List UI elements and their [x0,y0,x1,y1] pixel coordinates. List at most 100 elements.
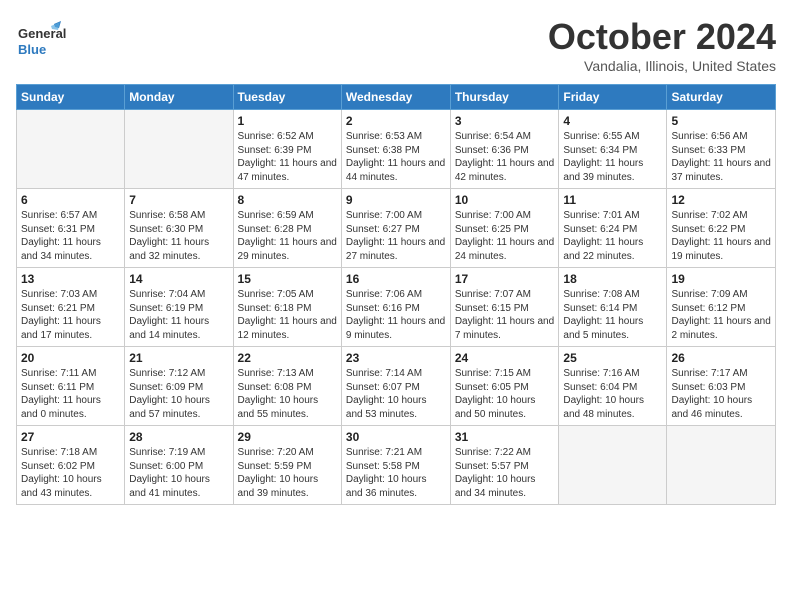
day-number: 14 [129,272,228,286]
daylight: Daylight: 10 hours and 43 minutes. [21,473,120,500]
day-info: Sunrise: 7:02 AMSunset: 6:22 PMDaylight:… [671,209,771,263]
sunrise: Sunrise: 7:13 AM [238,367,337,381]
daylight: Daylight: 11 hours and 42 minutes. [455,157,555,184]
sunrise: Sunrise: 7:20 AM [238,446,337,460]
day-number: 24 [455,351,555,365]
calendar-cell [667,426,776,505]
day-number: 27 [21,430,120,444]
day-info: Sunrise: 7:14 AMSunset: 6:07 PMDaylight:… [346,367,446,421]
day-number: 30 [346,430,446,444]
day-number: 16 [346,272,446,286]
day-header-thursday: Thursday [450,85,559,110]
daylight: Daylight: 11 hours and 14 minutes. [129,315,228,342]
sunrise: Sunrise: 7:15 AM [455,367,555,381]
day-info: Sunrise: 7:00 AMSunset: 6:27 PMDaylight:… [346,209,446,263]
day-header-sunday: Sunday [17,85,125,110]
day-info: Sunrise: 7:07 AMSunset: 6:15 PMDaylight:… [455,288,555,342]
sunset: Sunset: 6:16 PM [346,302,446,316]
sunset: Sunset: 6:08 PM [238,381,337,395]
day-number: 3 [455,114,555,128]
sunset: Sunset: 6:38 PM [346,144,446,158]
daylight: Daylight: 11 hours and 0 minutes. [21,394,120,421]
sunset: Sunset: 6:28 PM [238,223,337,237]
calendar-cell: 17Sunrise: 7:07 AMSunset: 6:15 PMDayligh… [450,268,559,347]
daylight: Daylight: 11 hours and 47 minutes. [238,157,337,184]
page-header: General Blue October 2024 Vandalia, Illi… [16,16,776,74]
sunset: Sunset: 6:05 PM [455,381,555,395]
day-info: Sunrise: 6:56 AMSunset: 6:33 PMDaylight:… [671,130,771,184]
day-number: 23 [346,351,446,365]
daylight: Daylight: 11 hours and 7 minutes. [455,315,555,342]
sunrise: Sunrise: 6:52 AM [238,130,337,144]
day-number: 11 [563,193,662,207]
day-number: 13 [21,272,120,286]
svg-text:Blue: Blue [18,42,46,57]
calendar-cell: 26Sunrise: 7:17 AMSunset: 6:03 PMDayligh… [667,347,776,426]
sunset: Sunset: 5:58 PM [346,460,446,474]
daylight: Daylight: 10 hours and 57 minutes. [129,394,228,421]
calendar-cell: 4 Sunrise: 6:55 AMSunset: 6:34 PMDaylight… [559,110,667,189]
calendar-cell: 31Sunrise: 7:22 AMSunset: 5:57 PMDayligh… [450,426,559,505]
day-info: Sunrise: 6:54 AMSunset: 6:36 PMDaylight:… [455,130,555,184]
day-number: 9 [346,193,446,207]
day-number: 5 [671,114,771,128]
sunrise: Sunrise: 7:08 AM [563,288,662,302]
day-number: 18 [563,272,662,286]
sunrise: Sunrise: 6:58 AM [129,209,228,223]
sunset: Sunset: 6:21 PM [21,302,120,316]
sunrise: Sunrise: 7:09 AM [671,288,771,302]
day-number: 12 [671,193,771,207]
day-info: Sunrise: 7:16 AMSunset: 6:04 PMDaylight:… [563,367,662,421]
sunset: Sunset: 6:11 PM [21,381,120,395]
day-info: Sunrise: 7:19 AMSunset: 6:00 PMDaylight:… [129,446,228,500]
sunrise: Sunrise: 6:59 AM [238,209,337,223]
sunrise: Sunrise: 7:21 AM [346,446,446,460]
month-title: October 2024 [548,16,776,58]
calendar-cell: 27Sunrise: 7:18 AMSunset: 6:02 PMDayligh… [17,426,125,505]
calendar-cell: 13Sunrise: 7:03 AMSunset: 6:21 PMDayligh… [17,268,125,347]
daylight: Daylight: 10 hours and 55 minutes. [238,394,337,421]
sunset: Sunset: 6:34 PM [563,144,662,158]
calendar-cell: 23 Sunrise: 7:14 AMSunset: 6:07 PMDayligh… [341,347,450,426]
day-number: 6 [21,193,120,207]
day-number: 1 [238,114,337,128]
calendar-cell: 21Sunrise: 7:12 AMSunset: 6:09 PMDayligh… [125,347,233,426]
sunrise: Sunrise: 6:55 AM [563,130,662,144]
sunset: Sunset: 6:07 PM [346,381,446,395]
day-info: Sunrise: 7:21 AMSunset: 5:58 PMDaylight:… [346,446,446,500]
daylight: Daylight: 11 hours and 19 minutes. [671,236,771,263]
day-info: Sunrise: 6:59 AMSunset: 6:28 PMDaylight:… [238,209,337,263]
logo: General Blue [16,16,66,71]
day-info: Sunrise: 7:15 AMSunset: 6:05 PMDaylight:… [455,367,555,421]
svg-text:General: General [18,26,66,41]
daylight: Daylight: 11 hours and 12 minutes. [238,315,337,342]
sunset: Sunset: 6:02 PM [21,460,120,474]
day-number: 4 [563,114,662,128]
sunrise: Sunrise: 7:00 AM [346,209,446,223]
daylight: Daylight: 11 hours and 29 minutes. [238,236,337,263]
calendar-cell: 28Sunrise: 7:19 AMSunset: 6:00 PMDayligh… [125,426,233,505]
sunset: Sunset: 6:15 PM [455,302,555,316]
sunrise: Sunrise: 7:17 AM [671,367,771,381]
day-number: 31 [455,430,555,444]
sunrise: Sunrise: 7:14 AM [346,367,446,381]
daylight: Daylight: 10 hours and 36 minutes. [346,473,446,500]
calendar-cell [17,110,125,189]
day-info: Sunrise: 7:05 AMSunset: 6:18 PMDaylight:… [238,288,337,342]
calendar-cell: 7Sunrise: 6:58 AMSunset: 6:30 PMDaylight… [125,189,233,268]
daylight: Daylight: 10 hours and 48 minutes. [563,394,662,421]
day-number: 2 [346,114,446,128]
day-number: 22 [238,351,337,365]
daylight: Daylight: 11 hours and 39 minutes. [563,157,662,184]
day-info: Sunrise: 7:17 AMSunset: 6:03 PMDaylight:… [671,367,771,421]
sunset: Sunset: 6:04 PM [563,381,662,395]
sunrise: Sunrise: 7:04 AM [129,288,228,302]
sunrise: Sunrise: 7:12 AM [129,367,228,381]
calendar-cell: 16Sunrise: 7:06 AMSunset: 6:16 PMDayligh… [341,268,450,347]
sunrise: Sunrise: 7:00 AM [455,209,555,223]
calendar-cell [125,110,233,189]
sunset: Sunset: 6:27 PM [346,223,446,237]
day-number: 25 [563,351,662,365]
calendar-cell: 22 Sunrise: 7:13 AMSunset: 6:08 PMDayligh… [233,347,341,426]
sunset: Sunset: 5:59 PM [238,460,337,474]
